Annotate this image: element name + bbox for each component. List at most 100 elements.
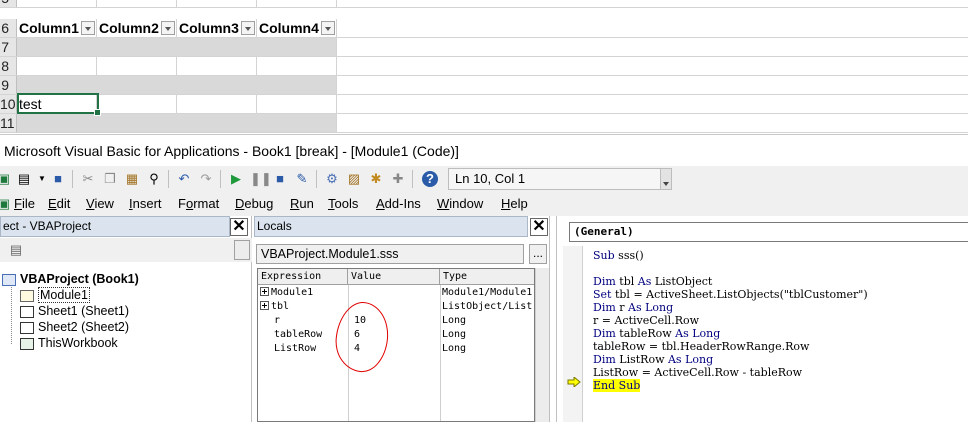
row-number[interactable]: 8 [0, 57, 17, 75]
tree-item-sheet1[interactable]: Sheet1 (Sheet1) [20, 304, 129, 319]
menu-edit[interactable]: Edit [48, 196, 70, 212]
cell[interactable] [177, 57, 257, 75]
code-line-11[interactable]: End Sub [593, 379, 641, 392]
tree-item-vbaproject[interactable]: VBAProject (Book1) [2, 272, 139, 287]
code-line-9[interactable]: Dim ListRow As Long [593, 353, 713, 366]
menu-file[interactable]: File [14, 196, 35, 212]
column-header-expression[interactable]: Expression [258, 269, 348, 285]
menu-tools[interactable]: Tools [328, 196, 358, 212]
locals-expr[interactable]: tbl [260, 300, 289, 314]
menu-window-rest: indow [449, 196, 484, 211]
object-dropdown[interactable]: (General) [569, 222, 968, 242]
run-icon[interactable]: ▶ [228, 171, 244, 187]
expand-plus-icon[interactable] [260, 287, 269, 296]
menu-window[interactable]: Window [437, 196, 483, 212]
expand-plus-icon[interactable] [260, 301, 269, 310]
close-icon[interactable]: ✕ [230, 218, 248, 236]
properties-window-icon[interactable]: ▨ [346, 171, 362, 187]
cell[interactable] [97, 95, 177, 113]
toolbar-options-icon[interactable] [660, 168, 672, 190]
row-number[interactable]: 9 [0, 76, 17, 94]
table-row-band[interactable] [17, 38, 337, 56]
menu-insert[interactable]: Insert [129, 196, 162, 212]
table-row-band[interactable] [17, 114, 337, 132]
chevron-down-icon[interactable]: ▼ [34, 171, 50, 187]
vbe-app-icon[interactable]: ▣ [0, 196, 12, 212]
menu-help[interactable]: Help [501, 196, 528, 212]
code-line-1[interactable]: Sub sss() [593, 249, 644, 262]
cell[interactable] [257, 95, 337, 113]
locals-context-field: VBAProject.Module1.sss [256, 244, 524, 264]
cell[interactable] [17, 0, 97, 7]
call-stack-button[interactable]: ... [529, 244, 547, 264]
table-row-band[interactable] [17, 76, 337, 94]
row-number[interactable]: 7 [0, 38, 17, 56]
locals-scrollbar[interactable] [535, 268, 549, 422]
find-icon[interactable]: ⚲ [146, 171, 162, 187]
menu-run[interactable]: Run [290, 196, 314, 212]
cut-icon[interactable]: ✂ [80, 171, 96, 187]
reset-icon[interactable]: ■ [272, 171, 288, 187]
row-number[interactable]: 10 [0, 95, 17, 113]
locals-expr[interactable]: ListRow [274, 342, 316, 356]
code-line-6[interactable]: r = ActiveCell.Row [593, 314, 699, 327]
row-number[interactable]: 11 [0, 114, 17, 132]
project-explorer-icon[interactable]: ⚙ [324, 171, 340, 187]
cell[interactable] [257, 0, 337, 7]
help-icon[interactable]: ? [422, 171, 438, 187]
kw: As Long [667, 353, 714, 366]
toolbar-separator [316, 170, 317, 188]
code-line-5[interactable]: Dim r As Long [593, 301, 673, 314]
code-line-3[interactable]: Dim tbl As ListObject [593, 275, 712, 288]
tree-item-sheet2[interactable]: Sheet2 (Sheet2) [20, 320, 129, 335]
menu-view[interactable]: View [86, 196, 114, 212]
code-line-10[interactable]: ListRow = ActiveCell.Row - tableRow [593, 366, 802, 379]
menu-format[interactable]: Format [178, 196, 219, 212]
menu-addins[interactable]: Add-Ins [376, 196, 421, 212]
locals-expr[interactable]: tableRow [274, 328, 322, 342]
filter-dropdown-icon[interactable] [241, 21, 255, 35]
cell[interactable] [17, 57, 97, 75]
row-number[interactable]: 6 [0, 19, 17, 37]
undo-icon[interactable]: ↶ [176, 171, 192, 187]
workbook-icon [20, 337, 34, 350]
menu-debug[interactable]: Debug [235, 196, 273, 212]
cell[interactable] [97, 57, 177, 75]
table-header-cell[interactable]: Column3 [177, 19, 257, 37]
view-code-icon[interactable]: ▤ [8, 242, 24, 258]
excel-view-icon[interactable]: ▣ [0, 171, 12, 187]
redo-icon[interactable]: ↷ [198, 171, 214, 187]
close-icon[interactable]: ✕ [530, 218, 548, 236]
table-header-cell[interactable]: Column2 [97, 19, 177, 37]
filter-dropdown-icon[interactable] [321, 21, 335, 35]
filter-dropdown-icon[interactable] [81, 21, 95, 35]
filter-dropdown-icon[interactable] [161, 21, 175, 35]
cell[interactable] [177, 95, 257, 113]
row-number[interactable]: 5 [0, 0, 17, 7]
code-line-8[interactable]: tableRow = tbl.HeaderRowRange.Row [593, 340, 809, 353]
copy-icon[interactable]: ❐ [102, 171, 118, 187]
tree-item-thisworkbook[interactable]: ThisWorkbook [20, 336, 118, 351]
insert-userform-icon[interactable]: ▤ [16, 171, 32, 187]
code-line-4[interactable]: Set tbl = ActiveSheet.ListObjects("tblCu… [593, 288, 868, 301]
cell[interactable] [97, 0, 177, 7]
column-header-value[interactable]: Value [348, 269, 440, 285]
table-header-cell[interactable]: Column4 [257, 19, 337, 37]
header-label: Column4 [259, 20, 319, 36]
design-mode-icon[interactable]: ✎ [294, 171, 310, 187]
code-line-7[interactable]: Dim tableRow As Long [593, 327, 720, 340]
object-browser-icon[interactable]: ✱ [368, 171, 384, 187]
column-header-type[interactable]: Type [440, 269, 534, 285]
paste-icon[interactable]: ▦ [124, 171, 140, 187]
locals-expr[interactable]: Module1 [260, 286, 313, 300]
tree-item-module1[interactable]: Module1 [20, 287, 90, 303]
toolbox-icon[interactable]: ✚ [390, 171, 406, 187]
cell[interactable] [177, 0, 257, 7]
code-margin[interactable] [563, 246, 583, 422]
save-icon[interactable]: ■ [50, 171, 66, 187]
project-scroll-handle[interactable] [234, 240, 250, 260]
table-header-cell[interactable]: Column1 [17, 19, 97, 37]
cell[interactable] [257, 57, 337, 75]
locals-expr[interactable]: r [274, 314, 280, 328]
break-icon[interactable]: ❚❚ [250, 171, 272, 187]
